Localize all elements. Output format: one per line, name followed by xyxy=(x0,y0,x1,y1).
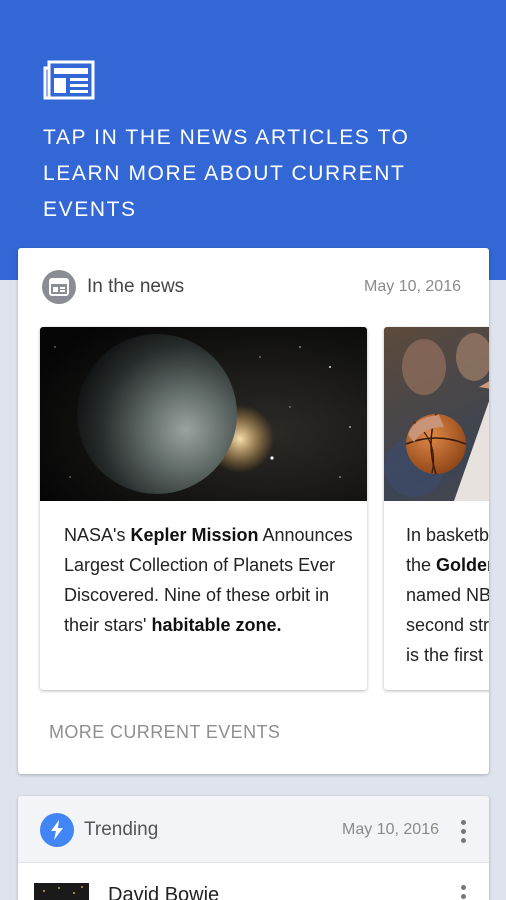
trending-item-title: David Bowie xyxy=(108,884,220,900)
headline-line: second stra xyxy=(406,615,489,635)
trending-list-item[interactable]: David Bowie xyxy=(18,863,489,900)
card-title: Trending xyxy=(84,819,159,840)
trending-thumbnail xyxy=(34,883,89,900)
basketball-image xyxy=(384,327,489,501)
article-headline: In basketbal the Golden named NBA second… xyxy=(406,520,489,670)
headline-bold: Golden xyxy=(436,555,489,575)
headline-line: In basketbal xyxy=(406,525,489,545)
headline-bold: habitable zone. xyxy=(151,615,282,635)
news-article-card[interactable]: NASA's Kepler Mission Announces Largest … xyxy=(40,327,367,690)
headline-line: is the first p xyxy=(406,645,489,665)
card-date: May 10, 2016 xyxy=(342,821,439,838)
headline-line: named NBA xyxy=(406,585,489,605)
planet-image xyxy=(40,327,367,501)
headline-line: the Golden xyxy=(406,550,489,580)
newspaper-icon xyxy=(43,60,95,100)
in-the-news-card: In the news May 10, 2016 NASA's Kepler M… xyxy=(18,248,489,774)
more-current-events-button[interactable]: MORE CURRENT EVENTS xyxy=(49,722,280,743)
calendar-news-icon xyxy=(42,270,76,304)
article-headline: NASA's Kepler Mission Announces Largest … xyxy=(64,520,354,640)
hero-banner: TAP IN THE NEWS ARTICLES TO LEARN MORE A… xyxy=(0,0,506,280)
headline-text: NASA's xyxy=(64,525,131,545)
lightning-icon xyxy=(40,813,74,847)
hero-instructions: TAP IN THE NEWS ARTICLES TO LEARN MORE A… xyxy=(43,126,410,221)
headline-bold: Kepler Mission xyxy=(130,525,259,545)
card-title: In the news xyxy=(87,276,185,297)
more-options-icon[interactable] xyxy=(461,820,467,844)
trending-card: Trending May 10, 2016 David Bowie xyxy=(18,796,489,900)
card-header: In the news May 10, 2016 xyxy=(18,248,489,328)
more-options-icon[interactable] xyxy=(461,885,467,900)
news-article-card[interactable]: In basketbal the Golden named NBA second… xyxy=(384,327,489,690)
headline-text: the xyxy=(406,555,437,575)
news-carousel[interactable]: NASA's Kepler Mission Announces Largest … xyxy=(18,327,489,692)
card-date: May 10, 2016 xyxy=(364,278,461,295)
